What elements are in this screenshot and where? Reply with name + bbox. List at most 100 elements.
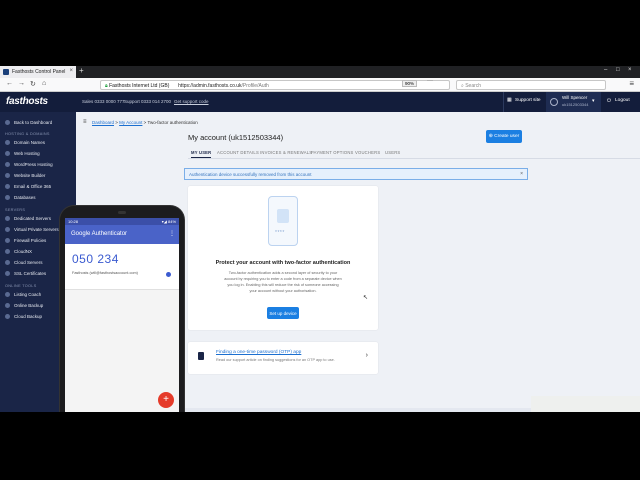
webcam-video-inset <box>531 396 640 412</box>
close-tab-icon[interactable]: × <box>69 68 73 74</box>
support-phone: Support 0333 014 2700 <box>124 99 172 104</box>
tab-account-details[interactable]: ACCOUNT DETAILS <box>217 150 259 155</box>
header-divider <box>503 92 504 112</box>
cloud-icon <box>5 249 10 255</box>
countdown-timer-icon <box>166 272 171 277</box>
support-code-link[interactable]: Get support code <box>174 99 209 104</box>
add-account-button[interactable]: + <box>158 392 174 408</box>
sidebar-item-cloud-servers[interactable]: Cloud Servers <box>5 260 43 268</box>
breadcrumb-dashboard[interactable]: Dashboard <box>92 120 114 125</box>
support-site-link[interactable]: Support site <box>515 98 541 103</box>
url-host: https://admin.fasthosts.co.uk <box>178 83 242 89</box>
backup-icon <box>5 303 10 309</box>
sidebar-item-cloudnx[interactable]: CloudNX <box>5 249 32 257</box>
success-alert: Authentication device successfully remov… <box>184 168 528 180</box>
tab-payment-options[interactable]: PAYMENT OPTIONS <box>311 150 354 155</box>
set-up-device-button[interactable]: Set up device <box>267 307 299 319</box>
otp-code-entry[interactable]: 050 234 Fasthosts (will@fasthostsaccount… <box>65 244 179 290</box>
sidebar-item-firewall[interactable]: Firewall Policies <box>5 238 46 246</box>
zoom-badge[interactable]: 90% <box>402 80 418 87</box>
close-alert-icon[interactable]: × <box>520 171 523 177</box>
otp-app-link[interactable]: Finding a one-time password (OTP) app <box>216 350 301 355</box>
sidebar-item-label: Back to Dashboard <box>14 120 53 125</box>
hamburger-icon[interactable]: ≡ <box>83 119 87 125</box>
phone-speaker <box>118 211 126 214</box>
sidebar-item-dedicated-servers[interactable]: Dedicated Servers <box>5 216 51 224</box>
sidebar-item-label: Website Builder <box>14 173 46 178</box>
tab-invoices[interactable]: INVOICES & RENEWALS <box>260 150 312 155</box>
globe-icon <box>5 140 10 146</box>
lock-icon: 🔒︎ <box>105 83 108 89</box>
sidebar-item-label: Email & Office 365 <box>14 184 52 189</box>
maximize-icon[interactable]: □ <box>616 67 620 73</box>
back-arrow-icon <box>5 120 10 126</box>
sidebar-section-heading: ONLINE TOOLS <box>5 284 37 288</box>
two-factor-description: Two-factor authentication adds a second … <box>224 271 342 293</box>
two-factor-title: Protect your account with two-factor aut… <box>215 260 351 266</box>
wordpress-icon <box>5 162 10 168</box>
sidebar-item-label: Cloud Servers <box>14 260 43 265</box>
support-site-icon: ▦ <box>507 98 512 103</box>
tab-vouchers[interactable]: VOUCHERS <box>355 150 380 155</box>
logout-button[interactable]: Logout <box>615 98 630 103</box>
page-actions-icon[interactable]: ··· <box>427 78 433 84</box>
database-icon <box>5 195 10 201</box>
shield-lock-icon <box>277 209 289 223</box>
sidebar-item-label: Databases <box>14 195 36 200</box>
user-avatar-icon <box>550 98 558 106</box>
sidebar-item-domain-names[interactable]: Domain Names <box>5 140 45 148</box>
sidebar-item-cloud-backup[interactable]: Cloud Backup <box>5 314 42 322</box>
sidebar-item-label: Web Hosting <box>14 151 40 156</box>
minimize-icon[interactable]: – <box>604 67 607 73</box>
email-icon <box>5 184 10 190</box>
browser-menu-icon[interactable]: ≡ <box>629 79 634 88</box>
tab-my-user[interactable]: MY USER <box>191 150 212 158</box>
sidebar-item-back[interactable]: Back to Dashboard <box>5 120 52 128</box>
sidebar-item-email[interactable]: Email & Office 365 <box>5 184 51 192</box>
sidebar-item-label: Listing Coach <box>14 292 42 297</box>
sidebar-item-label: Dedicated Servers <box>14 216 52 221</box>
cloud-backup-icon <box>5 314 10 320</box>
back-icon[interactable]: ← <box>6 80 13 87</box>
tabs-divider <box>188 158 640 159</box>
reload-icon[interactable]: ↻ <box>30 80 36 88</box>
breadcrumb-my-account[interactable]: My Account <box>119 120 142 125</box>
site-header: fasthosts Sales 0333 0000 777 Support 03… <box>0 92 640 112</box>
overflow-menu-icon[interactable]: ⋮ <box>169 230 175 237</box>
url-company: Fasthosts Internet Ltd (GB) <box>109 83 170 89</box>
forward-icon[interactable]: → <box>18 80 25 87</box>
sidebar-item-ssl[interactable]: SSL Certificates <box>5 271 46 279</box>
otp-account: Fasthosts (will@fasthostsaccount.com) <box>72 271 138 275</box>
browser-search-input[interactable]: ⌕ Search <box>456 80 606 90</box>
breadcrumb-current: Two-factor authentication <box>147 120 198 125</box>
user-name: Will Spencer <box>562 95 588 100</box>
sidebar-item-databases[interactable]: Databases <box>5 195 36 203</box>
sales-phone: Sales 0333 0000 777 <box>82 99 125 104</box>
page-title: My account (uk1512503344) <box>188 133 284 142</box>
sidebar-item-online-backup[interactable]: Online Backup <box>5 303 43 311</box>
builder-icon <box>5 173 10 179</box>
tab-users[interactable]: USERS <box>385 150 400 155</box>
password-dots: **** <box>275 230 285 236</box>
close-window-icon[interactable]: × <box>628 67 632 73</box>
chevron-right-icon[interactable]: › <box>366 352 368 359</box>
otp-app-card[interactable]: Finding a one-time password (OTP) app Re… <box>188 342 378 374</box>
vps-icon <box>5 227 10 233</box>
browser-tabbar: Fasthosts Control Panel × + – □ × <box>0 66 640 78</box>
create-user-button[interactable]: ⊕ Create user <box>486 130 522 143</box>
phone-status-icons: ▾◢ 84% <box>161 219 176 224</box>
url-bar[interactable]: 🔒︎ Fasthosts Internet Ltd (GB) https://a… <box>100 80 450 90</box>
sidebar-item-listing-coach[interactable]: Listing Coach <box>5 292 41 300</box>
sidebar-item-wordpress[interactable]: WordPress Hosting <box>5 162 53 170</box>
new-tab-button[interactable]: + <box>79 66 84 75</box>
fasthosts-logo[interactable]: fasthosts <box>6 96 48 107</box>
home-icon[interactable]: ⌂ <box>42 80 46 87</box>
sidebar-item-vps[interactable]: Virtual Private Servers <box>5 227 59 235</box>
browser-tab[interactable]: Fasthosts Control Panel × <box>0 66 76 78</box>
phone-screen: 10:28 ▾◢ 84% Google Authenticator ⋮ 050 … <box>65 218 179 412</box>
authenticator-app-bar: Google Authenticator ⋮ <box>65 225 179 244</box>
sidebar-item-web-hosting[interactable]: Web Hosting <box>5 151 40 159</box>
chevron-down-icon: ▾ <box>592 98 595 104</box>
user-menu[interactable]: Will Spencer uk1512503344 ▾ <box>546 92 601 112</box>
sidebar-item-website-builder[interactable]: Website Builder <box>5 173 45 181</box>
